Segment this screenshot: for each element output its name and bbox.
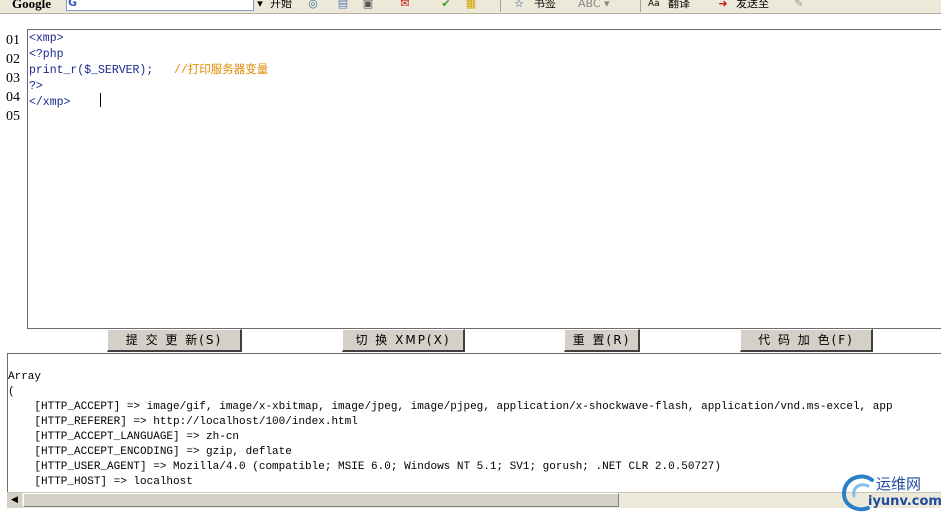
line-number-gutter: 01 02 03 04 05	[6, 31, 26, 126]
check-icon[interactable]: ✔	[439, 0, 453, 11]
watermark-cn-text: 运维网	[876, 475, 922, 493]
output-line: Array	[8, 371, 42, 383]
code-textarea[interactable]: <xmp> <?php print_r($_SERVER); //打印服务器变量…	[27, 29, 941, 329]
output-line: [HTTP_REFERER] => http://localhost/100/i…	[8, 416, 358, 428]
line-number: 01	[6, 33, 20, 48]
output-line: [HTTP_ACCEPT_ENCODING] => gzip, deflate	[8, 446, 292, 458]
output-line: [HTTP_HOST] => localhost	[8, 476, 193, 488]
bookmark-star-icon[interactable]: ☆	[512, 0, 526, 11]
horizontal-scrollbar[interactable]: ◀	[7, 492, 941, 508]
translate-icon[interactable]: Aă	[648, 0, 660, 11]
submit-update-button[interactable]: 提 交 更 新(S)	[107, 329, 242, 352]
line-number: 04	[6, 90, 20, 105]
toggle-xmp-button[interactable]: 切 换 XMP(X)	[342, 329, 465, 352]
browser-toolbar: Google G ▾ 开始 ◎ ▤ ▣ ✉ ✔ ▦ ☆ 书签 ABC ▾ Aă …	[0, 0, 941, 14]
output-line: [HTTP_ACCEPT] => image/gif, image/x-xbit…	[8, 401, 893, 413]
toolbar-doc-icon[interactable]: ▣	[361, 0, 375, 11]
toolbar-globe-icon[interactable]: ◎	[306, 0, 320, 11]
search-engine-icon[interactable]: G	[68, 0, 77, 10]
scrollbar-thumb[interactable]	[23, 493, 619, 507]
site-watermark: 运维网 iyunv.com	[838, 470, 941, 514]
start-button[interactable]: 开始	[270, 0, 292, 11]
output-line: [HTTP_ACCEPT_LANGUAGE] => zh-cn	[8, 431, 240, 443]
output-panel[interactable]: Array ( [HTTP_ACCEPT] => image/gif, imag…	[7, 353, 941, 493]
toolbar-blocks-icon[interactable]: ▦	[464, 0, 478, 11]
line-number: 02	[6, 52, 20, 67]
spellcheck-icon[interactable]: ABC ▾	[578, 0, 610, 11]
send-to-icon[interactable]: ➜	[716, 0, 730, 11]
toolbar-search-input[interactable]: G	[66, 0, 254, 11]
google-logo[interactable]: Google	[12, 0, 51, 11]
action-button-bar: 提 交 更 新(S) 切 换 XMP(X) 重 置(R) 代 码 加 色(F)	[0, 329, 941, 353]
output-line: [HTTP_USER_AGENT] => Mozilla/4.0 (compat…	[8, 461, 721, 473]
code-line[interactable]: </xmp>	[29, 96, 70, 110]
output-line: (	[8, 386, 15, 398]
pencil-icon[interactable]: ✎	[792, 0, 806, 11]
code-line[interactable]: ?>	[29, 80, 43, 94]
scroll-left-icon[interactable]: ◀	[7, 493, 22, 508]
watermark-en-text: iyunv.com	[868, 494, 941, 509]
translate-button[interactable]: 翻译	[668, 0, 690, 11]
code-line[interactable]: print_r($_SERVER); //打印服务器变量	[29, 64, 268, 78]
bookmarks-button[interactable]: 书签	[534, 0, 556, 11]
code-line[interactable]: <xmp>	[29, 32, 64, 46]
code-line[interactable]: <?php	[29, 48, 64, 62]
code-highlight-button[interactable]: 代 码 加 色(F)	[740, 329, 873, 352]
gmail-icon[interactable]: ✉	[398, 0, 412, 11]
code-comment: //打印服务器变量	[173, 64, 269, 77]
toolbar-pages-icon[interactable]: ▤	[336, 0, 350, 11]
search-dropdown-icon[interactable]: ▾	[253, 0, 267, 11]
code-editor: 01 02 03 04 05 <xmp> <?php print_r($_SER…	[0, 29, 941, 329]
line-number: 03	[6, 71, 20, 86]
line-number: 05	[6, 109, 20, 124]
text-caret	[100, 93, 101, 107]
reset-button[interactable]: 重 置(R)	[564, 329, 640, 352]
send-to-button[interactable]: 发送至	[736, 0, 769, 11]
